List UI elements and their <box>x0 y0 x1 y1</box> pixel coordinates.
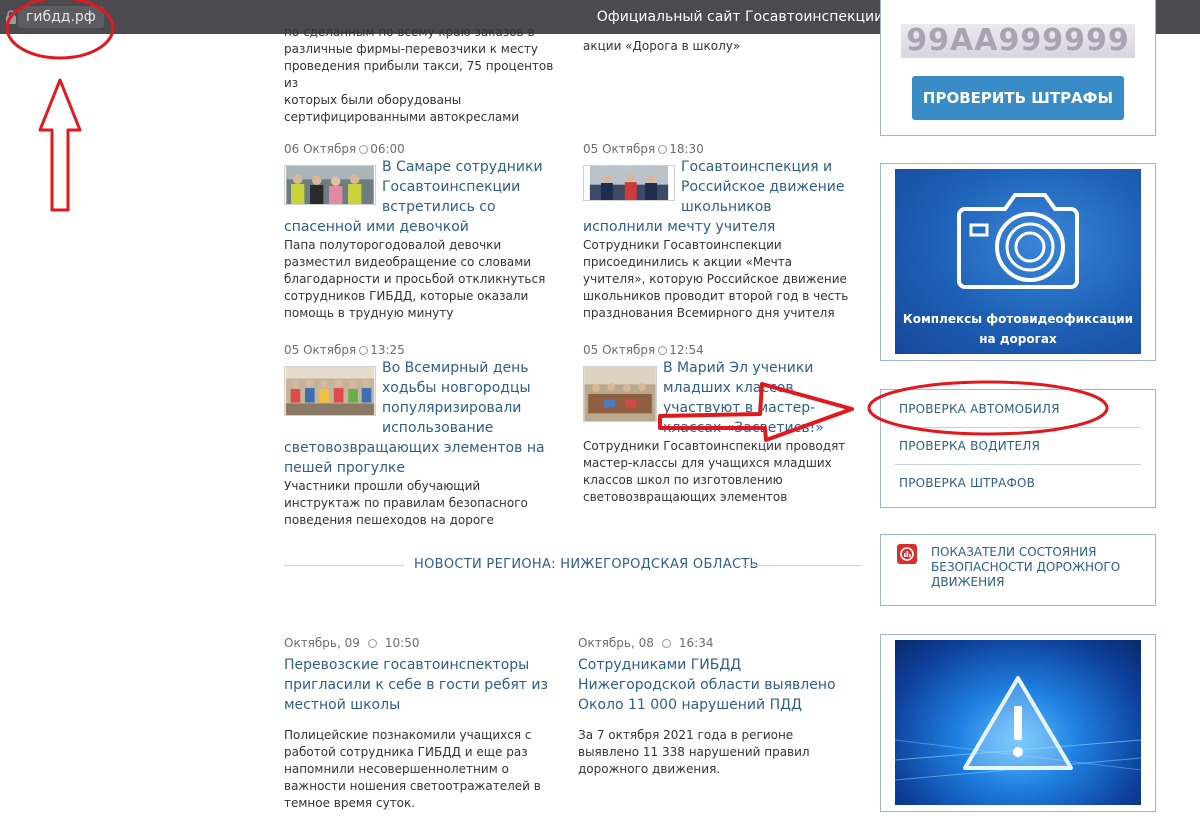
section-heading: НОВОСТИ РЕГИОНА: НИЖЕГОРОДСКАЯ ОБЛАСТЬ <box>414 557 759 572</box>
news-summary: Полицейские познакомили учащихся с работ… <box>284 728 541 810</box>
news-item: 05 Октября 12:54 В Марий Эл ученики младш… <box>583 342 853 506</box>
news-text-fragment-right: акции «Дорога в школу» <box>583 39 741 53</box>
news-photo[interactable] <box>284 366 376 416</box>
camera-banner-box: Комплексы фотовидеофиксации на дорогах <box>880 163 1156 361</box>
region-news-item: Октябрь, 09 10:50 Перевозские госавтоинсп… <box>284 635 560 812</box>
news-date: 05 Октября 18:30 <box>583 142 704 156</box>
safety-stats-link[interactable]: ПОКАЗАТЕЛИ СОСТОЯНИЯ БЕЗОПАСНОСТИ ДОРОЖН… <box>931 545 1141 590</box>
news-text-fragment-left: по сделанным по всему краю заказов в раз… <box>284 25 554 124</box>
menu-item-check-driver[interactable]: ПРОВЕРКА ВОДИТЕЛЯ <box>899 427 1135 465</box>
clock-icon <box>661 639 671 648</box>
fines-check-widget: 99АА999999 ПРОВЕРИТЬ ШТРАФЫ <box>880 0 1156 136</box>
news-photo[interactable] <box>284 165 376 205</box>
clock-icon <box>367 639 377 648</box>
news-date: Октябрь, 08 16:34 <box>578 636 714 650</box>
news-title-link[interactable]: Перевозские госавтоинспекторы пригласили… <box>284 655 560 715</box>
check-menu: ПРОВЕРКА АВТОМОБИЛЯ ПРОВЕРКА ВОДИТЕЛЯ ПР… <box>880 389 1156 508</box>
safety-stats-box[interactable]: ПОКАЗАТЕЛИ СОСТОЯНИЯ БЕЗОПАСНОСТИ ДОРОЖН… <box>880 534 1156 606</box>
clock-icon <box>359 346 369 355</box>
news-summary: За 7 октября 2021 года в регионе выявлен… <box>578 728 810 776</box>
stats-chart-icon <box>897 544 917 564</box>
news-date: 06 Октября 06:00 <box>284 142 405 156</box>
menu-item-check-vehicle[interactable]: ПРОВЕРКА АВТОМОБИЛЯ <box>899 390 1135 428</box>
license-plate-image: 99АА999999 <box>901 24 1135 58</box>
annotation-arrow-up <box>38 78 82 212</box>
news-date: Октябрь, 09 10:50 <box>284 636 420 650</box>
news-item: 05 Октября 18:30 Госавтоинспекция и Росси… <box>583 141 853 322</box>
camera-banner[interactable]: Комплексы фотовидеофиксации на дорогах <box>895 169 1141 354</box>
section-divider <box>742 565 862 566</box>
news-date: 05 Октября 12:54 <box>583 343 704 357</box>
news-summary: Сотрудники Госавтоинспекции присоединили… <box>583 238 849 320</box>
news-photo[interactable] <box>583 366 657 422</box>
check-fines-button[interactable]: ПРОВЕРИТЬ ШТРАФЫ <box>912 76 1124 120</box>
news-summary: Сотрудники Госавтоинспекции проводят мас… <box>583 439 846 504</box>
news-date: 05 Октября 13:25 <box>284 343 405 357</box>
warning-banner-box <box>880 634 1156 812</box>
clock-icon <box>658 346 668 355</box>
warning-banner[interactable] <box>895 640 1141 805</box>
warning-triangle-icon <box>895 676 1141 781</box>
camera-icon <box>957 193 1079 289</box>
news-item: 05 Октября 13:25 Во Всемирный день ходьбы… <box>284 342 554 529</box>
clock-icon <box>658 145 668 154</box>
news-photo[interactable] <box>583 165 675 201</box>
news-summary: Папа полуторогодовалой девочки разместил… <box>284 238 546 320</box>
region-news-item: Октябрь, 08 16:34 Сотрудниками ГИБДД Ниже… <box>578 635 854 778</box>
section-divider <box>284 565 404 566</box>
news-title-link[interactable]: Сотрудниками ГИБДД Нижегородской области… <box>578 655 854 715</box>
clock-icon <box>359 145 369 154</box>
menu-item-check-fines[interactable]: ПРОВЕРКА ШТРАФОВ <box>899 464 1135 502</box>
news-item: 06 Октября 06:00 В Самаре сотрудники Госа… <box>284 141 554 322</box>
camera-banner-caption: Комплексы фотовидеофиксации на дорогах <box>902 312 1134 346</box>
news-summary: Участники прошли обучающий инструктаж по… <box>284 479 528 527</box>
